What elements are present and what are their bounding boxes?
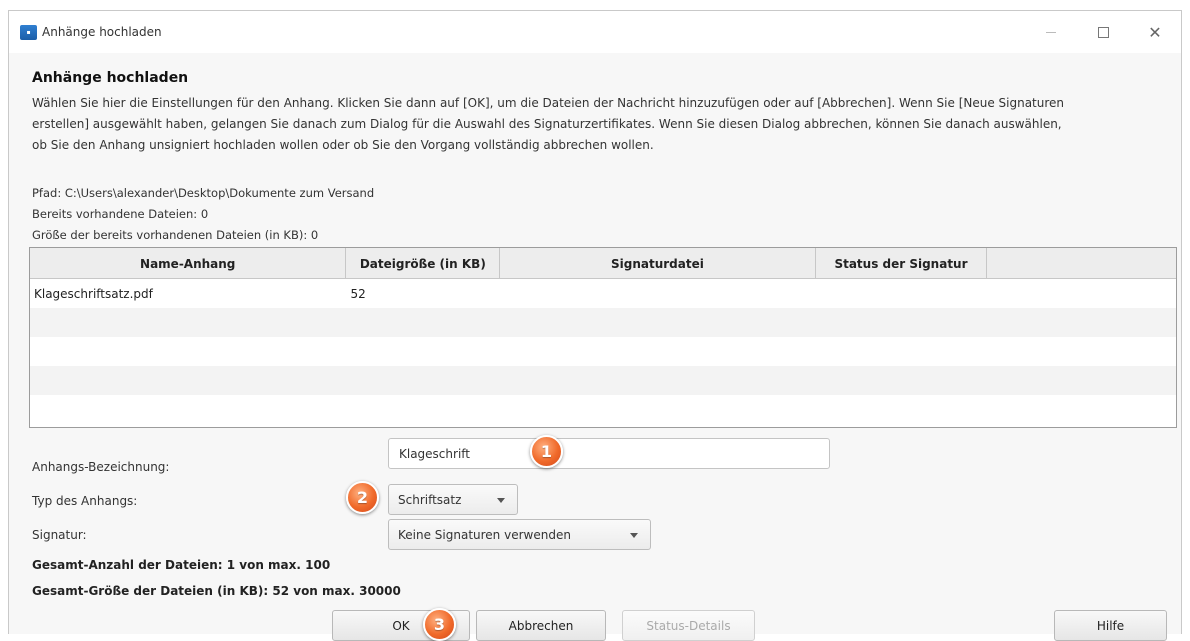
cell-signature-file bbox=[500, 279, 815, 308]
table-row[interactable]: Klageschriftsatz.pdf 52 bbox=[30, 279, 1176, 308]
window-controls: ✕ bbox=[1025, 11, 1181, 53]
column-header-extra bbox=[987, 248, 1176, 279]
existing-size-info: Größe der bereits vorhandenen Dateien (i… bbox=[32, 228, 319, 242]
app-icon: ▪ bbox=[20, 24, 37, 40]
title-bar: ▪ Anhänge hochladen ✕ bbox=[9, 11, 1181, 53]
cell-size: 52 bbox=[350, 286, 366, 301]
cell-signature-status bbox=[816, 279, 988, 308]
chevron-down-icon bbox=[630, 533, 638, 538]
table-header: Name-Anhang Dateigröße (in KB) Signaturd… bbox=[30, 248, 1176, 279]
step-badge-1: 1 bbox=[530, 435, 563, 468]
path-info: Pfad: C:\Users\alexander\Desktop\Dokumen… bbox=[32, 186, 375, 200]
maximize-button[interactable] bbox=[1077, 11, 1129, 53]
intro-text: Wählen Sie hier die Einstellungen für de… bbox=[32, 93, 1172, 156]
empty-row bbox=[30, 337, 1176, 366]
signature-value: Keine Signaturen verwenden bbox=[398, 527, 571, 542]
attachment-type-select[interactable]: Schriftsatz bbox=[388, 484, 518, 515]
existing-files-info: Bereits vorhandene Dateien: 0 bbox=[32, 207, 209, 221]
intro-line: ob Sie den Anhang unsigniert hochladen w… bbox=[32, 138, 654, 152]
attachment-type-label: Typ des Anhangs: bbox=[32, 494, 138, 508]
help-button[interactable]: Hilfe bbox=[1054, 610, 1167, 641]
cell-extra bbox=[987, 279, 1176, 308]
minimize-icon bbox=[1046, 31, 1056, 33]
table-body: Klageschriftsatz.pdf 52 bbox=[30, 279, 1176, 424]
dialog-content: Anhänge hochladen Wählen Sie hier die Ei… bbox=[9, 53, 1181, 641]
total-count-info: Gesamt-Anzahl der Dateien: 1 von max. 10… bbox=[32, 558, 331, 572]
column-header-signature-status[interactable]: Status der Signatur bbox=[816, 248, 988, 279]
close-button[interactable]: ✕ bbox=[1129, 11, 1181, 53]
step-badge-3: 3 bbox=[423, 608, 456, 641]
signature-label: Signatur: bbox=[32, 528, 87, 542]
minimize-button[interactable] bbox=[1025, 11, 1077, 53]
attachment-name-label: Anhangs-Bezeichnung: bbox=[32, 460, 170, 474]
signature-select[interactable]: Keine Signaturen verwenden bbox=[388, 519, 651, 550]
window-title: Anhänge hochladen bbox=[42, 25, 162, 39]
attachments-table[interactable]: Name-Anhang Dateigröße (in KB) Signaturd… bbox=[29, 247, 1177, 428]
column-header-name[interactable]: Name-Anhang bbox=[30, 248, 347, 279]
intro-line: erstellen] ausgewählt haben, gelangen Si… bbox=[32, 117, 1062, 131]
empty-row bbox=[30, 366, 1176, 395]
dialog-window: ▪ Anhänge hochladen ✕ Anhänge hochladen … bbox=[8, 10, 1182, 641]
dialog-heading: Anhänge hochladen bbox=[32, 70, 189, 86]
total-size-info: Gesamt-Größe der Dateien (in KB): 52 von… bbox=[32, 584, 401, 598]
cancel-button[interactable]: Abbrechen bbox=[476, 610, 606, 641]
close-icon: ✕ bbox=[1148, 22, 1162, 42]
maximize-icon bbox=[1097, 26, 1109, 38]
attachment-name-input[interactable] bbox=[388, 438, 830, 469]
column-header-signature-file[interactable]: Signaturdatei bbox=[500, 248, 816, 279]
empty-row bbox=[30, 308, 1176, 337]
attachment-type-value: Schriftsatz bbox=[398, 492, 462, 507]
status-details-button[interactable]: Status-Details bbox=[622, 610, 755, 641]
empty-row bbox=[30, 395, 1176, 424]
chevron-down-icon bbox=[497, 498, 505, 503]
cell-name: Klageschriftsatz.pdf bbox=[34, 286, 153, 301]
step-badge-2: 2 bbox=[346, 481, 379, 514]
column-header-size[interactable]: Dateigröße (in KB) bbox=[346, 248, 501, 279]
intro-line: Wählen Sie hier die Einstellungen für de… bbox=[32, 96, 1065, 110]
